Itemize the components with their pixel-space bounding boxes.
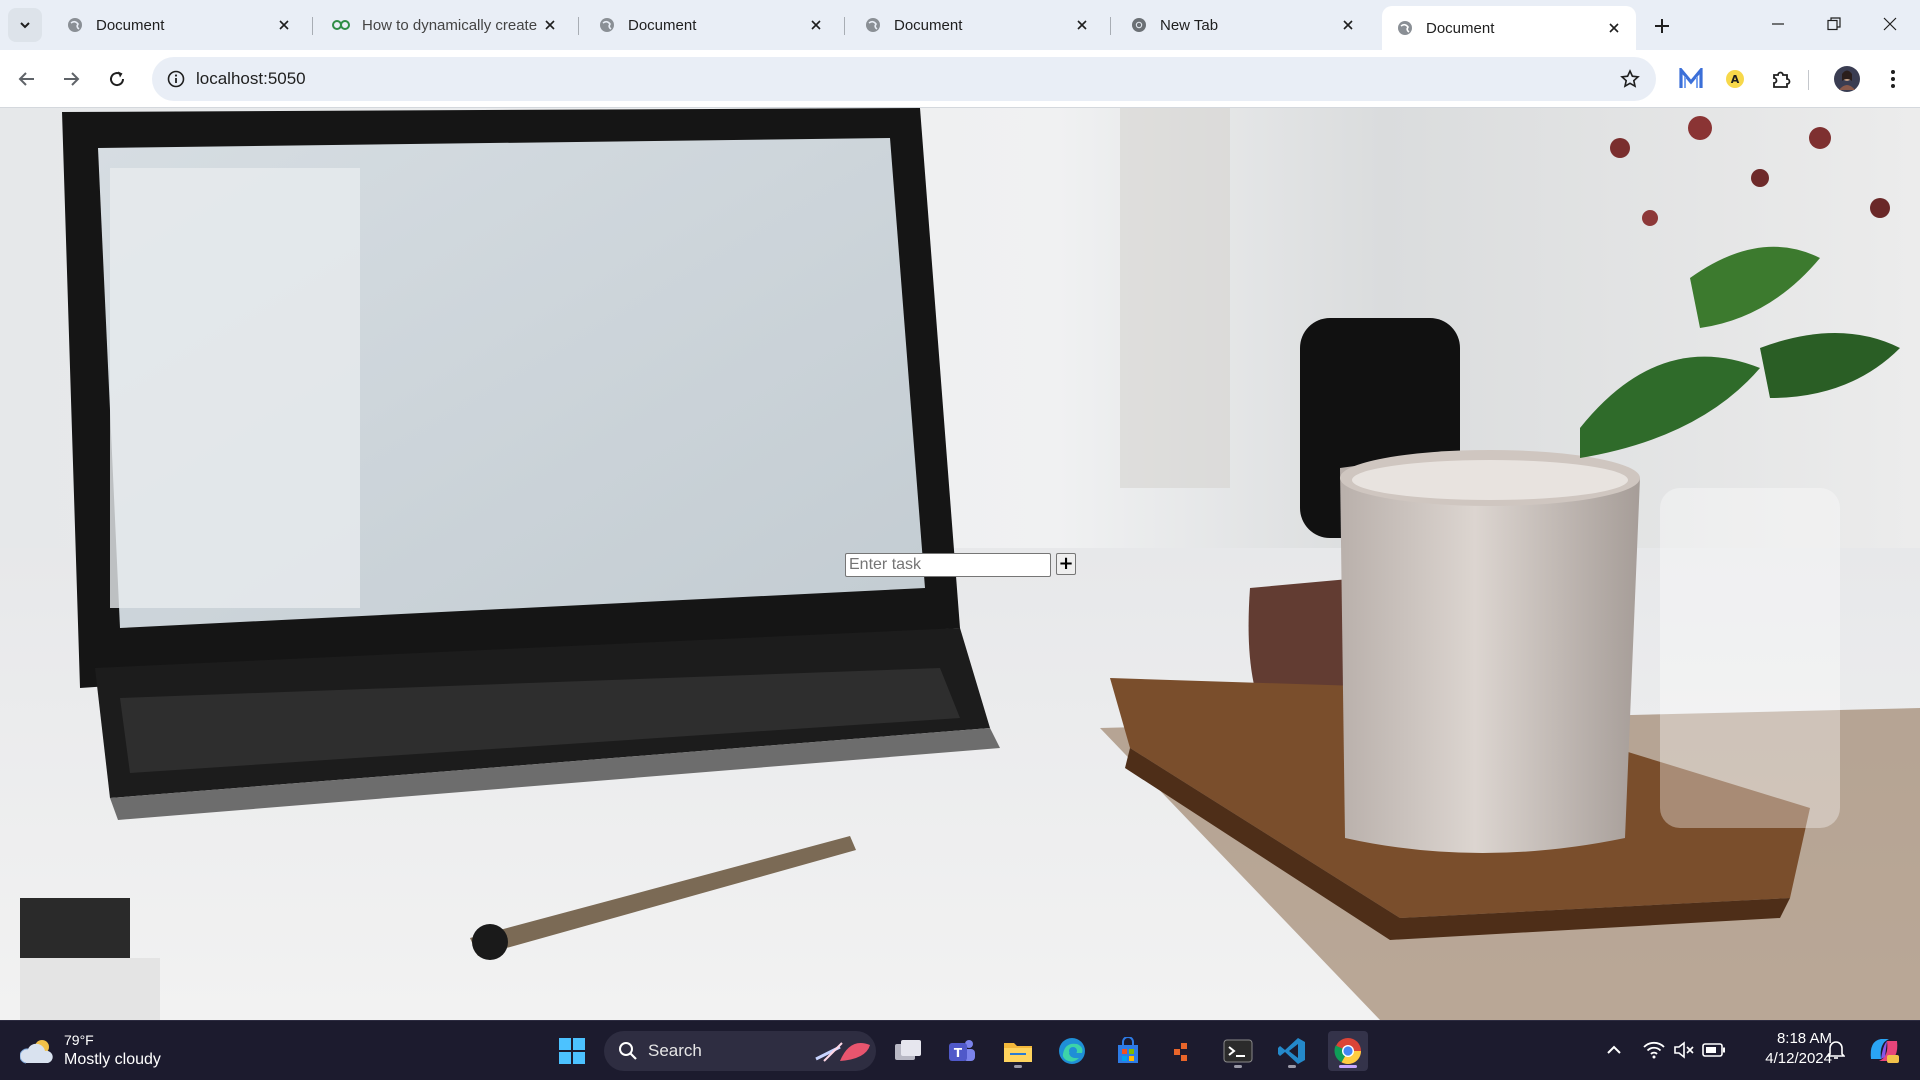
restore-icon bbox=[1827, 17, 1841, 31]
tab-separator bbox=[578, 17, 579, 35]
task-view-icon[interactable] bbox=[888, 1031, 928, 1071]
add-task-button[interactable]: + bbox=[1056, 553, 1076, 575]
browser-tab[interactable]: Document bbox=[584, 8, 838, 42]
browser-tab-active[interactable]: Document bbox=[1382, 6, 1636, 50]
bookmark-star-icon[interactable] bbox=[1616, 65, 1644, 93]
file-explorer-icon[interactable] bbox=[998, 1031, 1038, 1071]
chrome-icon bbox=[1130, 16, 1148, 34]
weather-temp: 79°F bbox=[64, 1032, 94, 1048]
weather-widget[interactable]: 79°F Mostly cloudy bbox=[20, 1029, 180, 1073]
avatar[interactable] bbox=[1832, 64, 1862, 94]
cloudy-weather-icon bbox=[20, 1040, 53, 1064]
tab-title: Document bbox=[96, 16, 165, 34]
taskbar-clock[interactable]: 8:18 AM 4/12/2024 bbox=[1736, 1030, 1832, 1067]
close-icon[interactable] bbox=[806, 15, 826, 35]
more-menu-icon[interactable] bbox=[1878, 64, 1908, 94]
tab-separator bbox=[312, 17, 313, 35]
minimize-button[interactable] bbox=[1750, 0, 1806, 48]
minimize-icon bbox=[1772, 23, 1784, 25]
tab-title: New Tab bbox=[1160, 16, 1219, 34]
svg-text:A: A bbox=[1731, 73, 1740, 86]
taskbar: 79°F Mostly cloudy Search T 8:18 AM 4/12… bbox=[0, 1020, 1920, 1080]
close-window-button[interactable] bbox=[1862, 0, 1918, 48]
weather-description: Mostly cloudy bbox=[64, 1051, 161, 1068]
close-icon[interactable] bbox=[1338, 15, 1358, 35]
new-tab-button[interactable] bbox=[1648, 12, 1676, 40]
plus-icon bbox=[1655, 19, 1669, 33]
tab-title: How to dynamically create bbox=[362, 16, 538, 34]
tab-title: Document bbox=[1426, 19, 1495, 37]
close-icon[interactable] bbox=[540, 15, 560, 35]
running-indicator bbox=[1288, 1065, 1296, 1068]
tab-search-button[interactable] bbox=[8, 8, 42, 42]
edge-icon[interactable] bbox=[1052, 1031, 1092, 1071]
globe-icon bbox=[864, 16, 882, 34]
arrow-left-icon bbox=[18, 72, 34, 86]
tab-title: Document bbox=[628, 16, 697, 34]
restore-button[interactable] bbox=[1806, 0, 1862, 48]
page-content: + bbox=[0, 108, 1920, 1020]
globe-icon bbox=[1396, 19, 1414, 37]
start-button[interactable] bbox=[552, 1031, 592, 1071]
address-bar[interactable]: localhost:5050 bbox=[152, 57, 1656, 101]
close-icon[interactable] bbox=[274, 15, 294, 35]
running-indicator bbox=[1014, 1065, 1022, 1068]
running-indicator bbox=[1339, 1065, 1357, 1068]
globe-icon bbox=[598, 16, 616, 34]
close-icon bbox=[1883, 17, 1897, 31]
browser-tab[interactable]: New Tab bbox=[1116, 8, 1370, 42]
globe-icon bbox=[66, 16, 84, 34]
notification-bell-icon[interactable] bbox=[1822, 1035, 1850, 1065]
search-icon bbox=[619, 1042, 637, 1060]
geeksforgeeks-icon bbox=[332, 16, 350, 34]
extension-m-icon[interactable] bbox=[1676, 64, 1706, 94]
volume-muted-icon[interactable] bbox=[1670, 1035, 1698, 1065]
toolbar-divider bbox=[1808, 70, 1809, 90]
wifi-icon[interactable] bbox=[1640, 1035, 1668, 1065]
reload-button[interactable] bbox=[100, 62, 134, 96]
running-indicator bbox=[1234, 1065, 1242, 1068]
address-url: localhost:5050 bbox=[196, 69, 306, 88]
clock-date: 4/12/2024 bbox=[1765, 1050, 1832, 1067]
task-input[interactable] bbox=[845, 553, 1051, 577]
terminal-icon[interactable] bbox=[1218, 1031, 1258, 1071]
tab-title: Document bbox=[894, 16, 963, 34]
store-icon[interactable] bbox=[1108, 1031, 1148, 1071]
teams-icon[interactable]: T bbox=[942, 1031, 982, 1071]
tab-strip: Document How to dynamically create Docum… bbox=[0, 0, 1920, 50]
svg-text:T: T bbox=[954, 1046, 963, 1060]
tab-separator bbox=[844, 17, 845, 35]
browser-tab[interactable]: How to dynamically create bbox=[318, 8, 572, 42]
browser-tab[interactable]: Document bbox=[52, 8, 306, 42]
copilot-icon[interactable] bbox=[1864, 1035, 1904, 1065]
chevron-up-icon[interactable] bbox=[1600, 1035, 1628, 1065]
extension-a-icon[interactable]: A bbox=[1720, 64, 1750, 94]
chrome-icon[interactable] bbox=[1328, 1031, 1368, 1071]
site-info-icon[interactable] bbox=[162, 65, 190, 93]
browser-toolbar: localhost:5050 A bbox=[0, 50, 1920, 108]
back-button[interactable] bbox=[10, 62, 44, 96]
close-icon[interactable] bbox=[1072, 15, 1092, 35]
reload-icon bbox=[110, 71, 125, 87]
app-icon[interactable] bbox=[1162, 1031, 1202, 1071]
tab-separator bbox=[1110, 17, 1111, 35]
taskbar-search[interactable]: Search bbox=[604, 1031, 876, 1071]
search-highlight-icon bbox=[815, 1042, 870, 1062]
vscode-icon[interactable] bbox=[1272, 1031, 1312, 1071]
puzzle-icon[interactable] bbox=[1766, 64, 1796, 94]
forward-button[interactable] bbox=[54, 62, 88, 96]
close-icon[interactable] bbox=[1604, 18, 1624, 38]
arrow-right-icon bbox=[64, 72, 80, 86]
clock-time: 8:18 AM bbox=[1776, 1030, 1832, 1047]
browser-tab[interactable]: Document bbox=[850, 8, 1104, 42]
chevron-down-icon bbox=[20, 22, 30, 29]
battery-icon[interactable] bbox=[1700, 1035, 1728, 1065]
windows-icon bbox=[559, 1038, 585, 1064]
search-label: Search bbox=[648, 1041, 702, 1060]
